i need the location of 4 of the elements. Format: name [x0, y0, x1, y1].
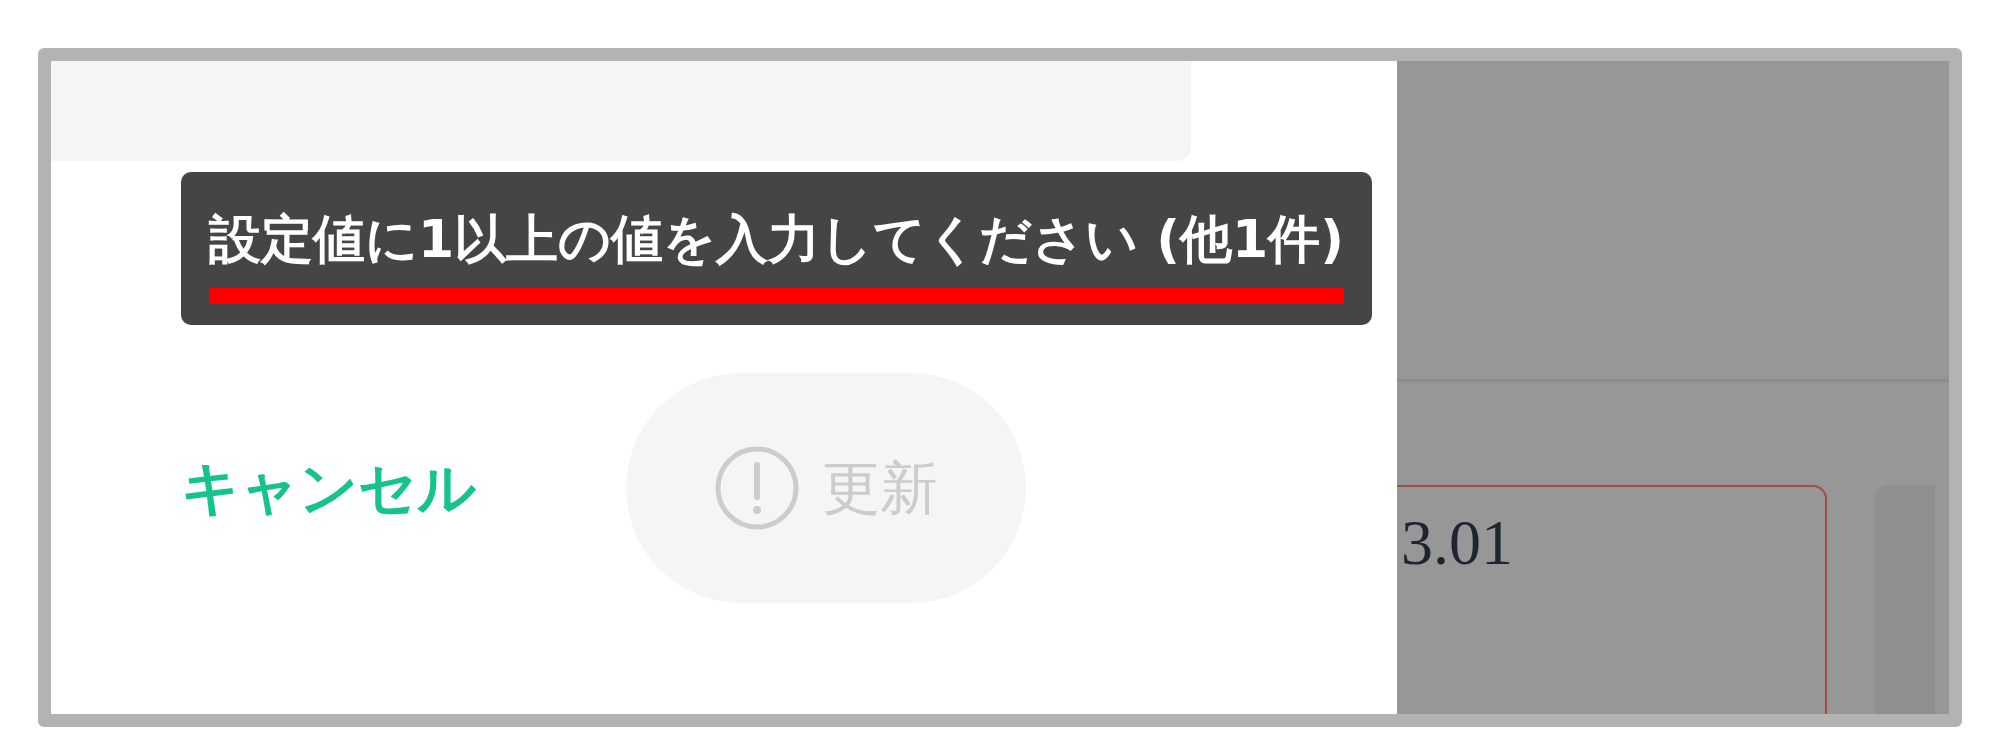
tooltip-text: 設定値に1以上の値を入力してください (他1件): [209, 193, 1344, 304]
exclamation-icon: [714, 445, 800, 531]
date-text: 3.01: [1401, 511, 1513, 575]
cancel-button[interactable]: キャンセル: [181, 459, 476, 517]
